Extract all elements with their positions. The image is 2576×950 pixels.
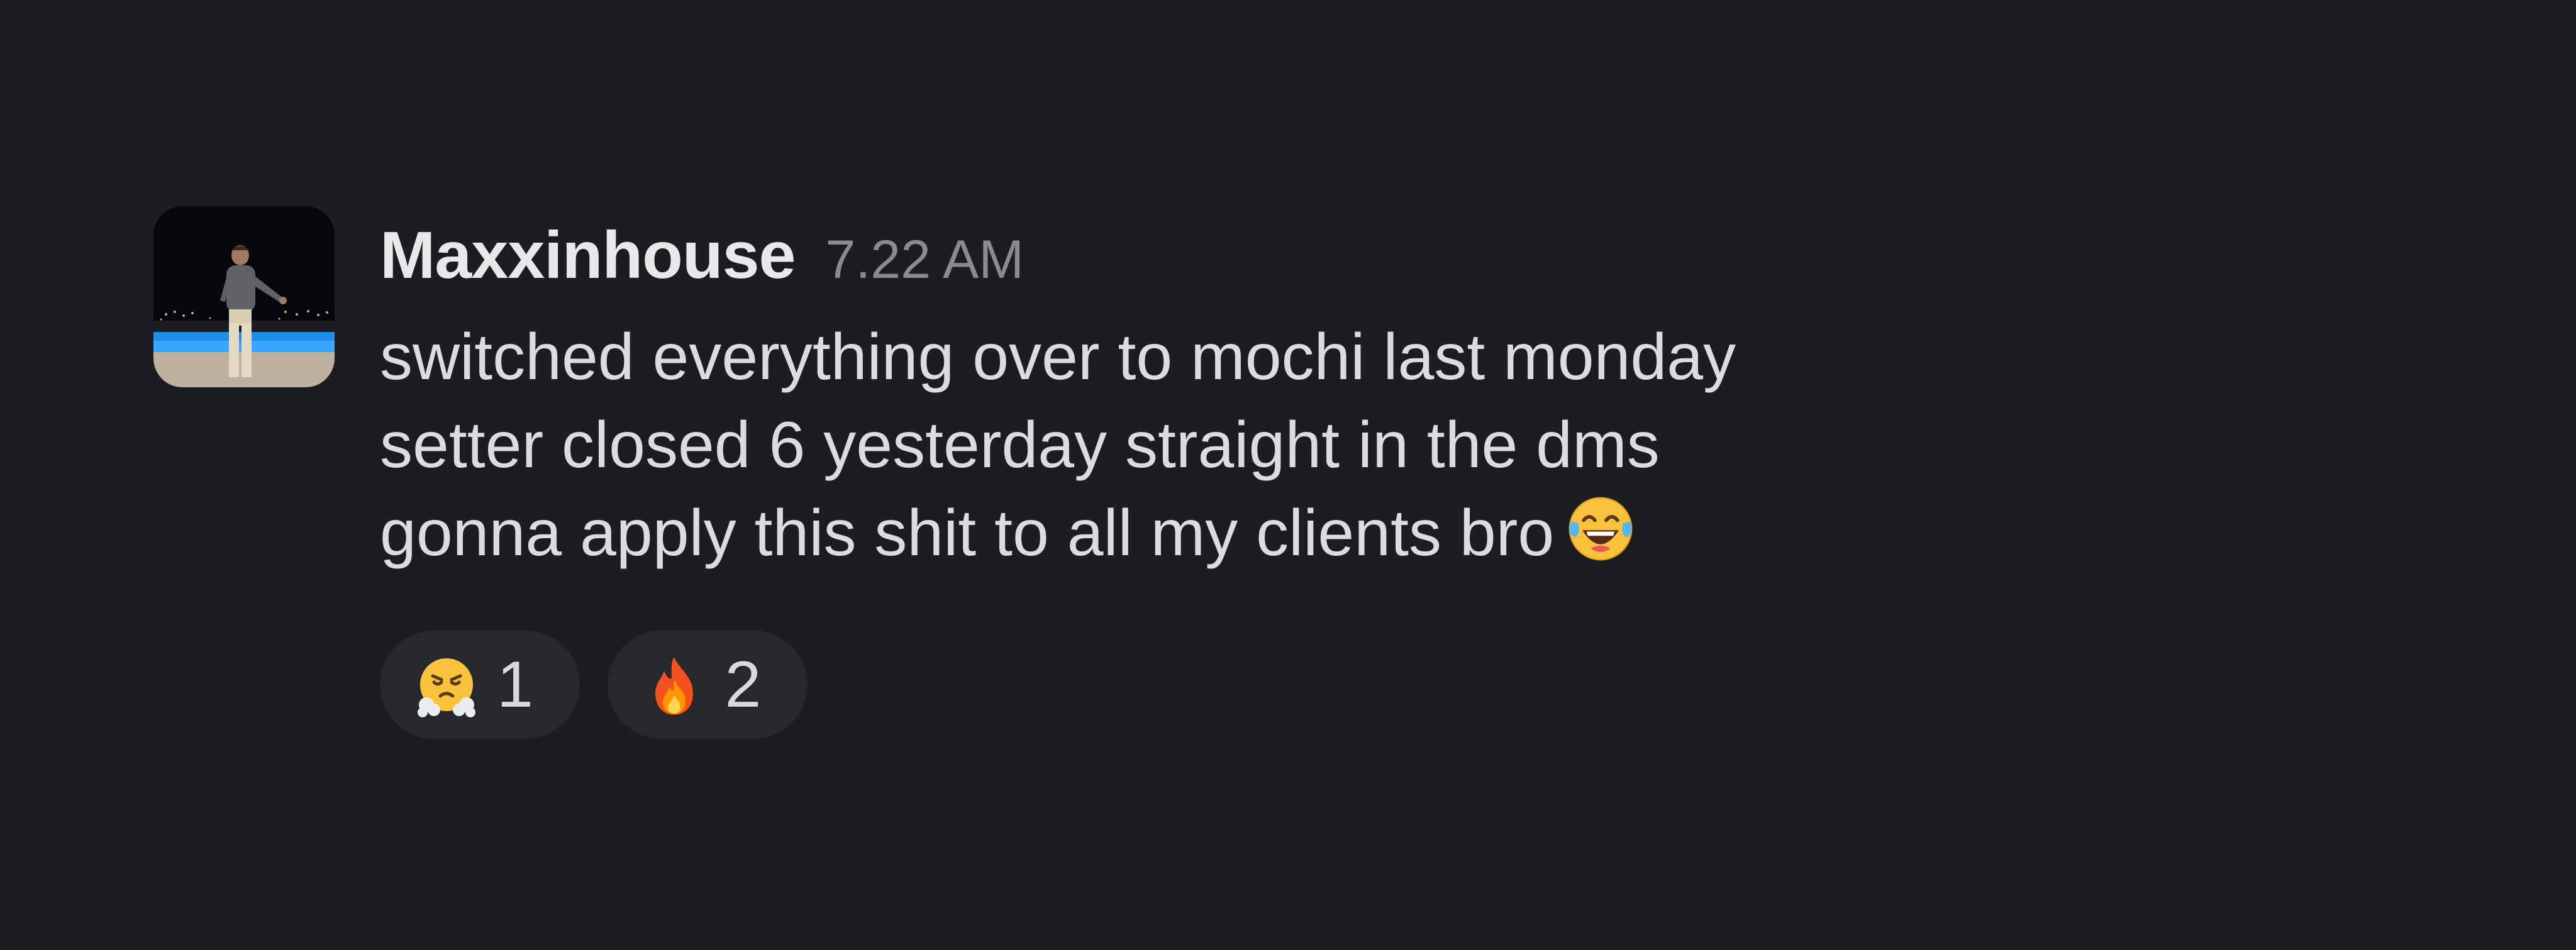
reaction-count: 2 xyxy=(724,648,762,721)
reaction-steam-face[interactable]: 1 xyxy=(380,631,580,739)
face-with-tears-of-joy-icon xyxy=(1565,494,1636,564)
user-avatar[interactable] xyxy=(153,206,335,387)
message-timestamp[interactable]: 7.22 AM xyxy=(826,222,1024,297)
message-line-last: gonna apply this shit to all my clients … xyxy=(380,489,2455,577)
chat-message: Maxxinhouse 7.22 AM switched everything o… xyxy=(153,206,2480,772)
reactions-bar: 1 2 xyxy=(380,631,833,744)
message-line: setter closed 6 yesterday straight in th… xyxy=(380,409,1660,482)
message-header: Maxxinhouse 7.22 AM xyxy=(380,218,1024,293)
author-name[interactable]: Maxxinhouse xyxy=(380,218,796,293)
fire-icon xyxy=(643,655,706,717)
avatar-photo-icon xyxy=(153,206,335,387)
reaction-count: 1 xyxy=(497,648,533,721)
message-line-text: gonna apply this shit to all my clients … xyxy=(380,497,1555,570)
message-body: switched everything over to mochi last m… xyxy=(380,313,2455,577)
reaction-fire[interactable]: 2 xyxy=(608,631,808,739)
message-line: switched everything over to mochi last m… xyxy=(380,321,1736,394)
face-with-steam-from-nose-icon xyxy=(415,655,478,717)
